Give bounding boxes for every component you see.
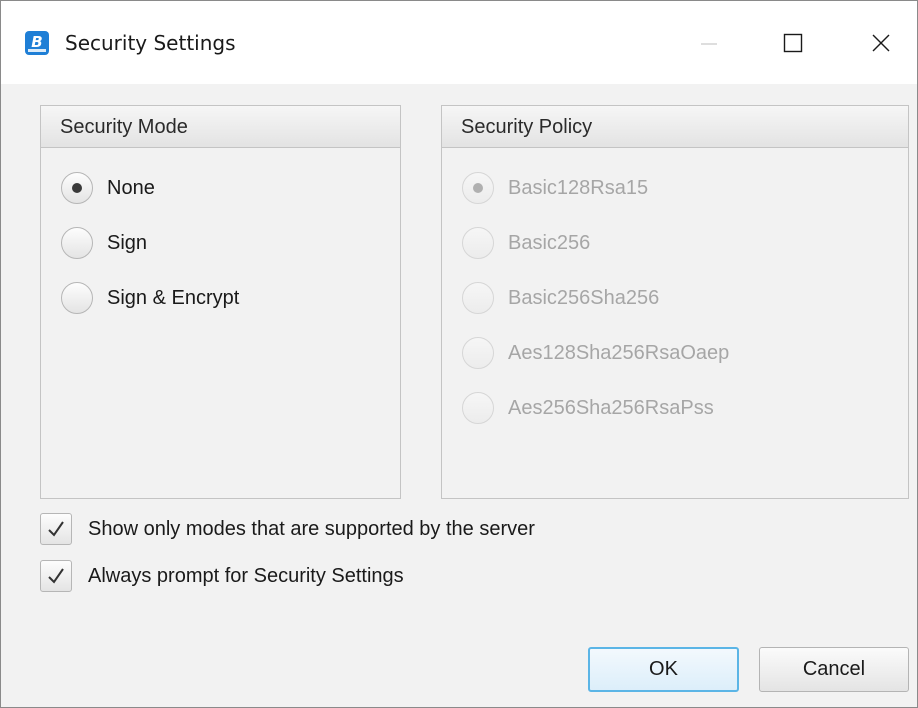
radio-basic256sha256: Basic256Sha256	[462, 281, 659, 315]
radio-label: Aes128Sha256RsaOaep	[508, 341, 730, 364]
svg-text:B: B	[31, 33, 42, 51]
security-mode-title: Security Mode	[60, 116, 188, 138]
window-title: Security Settings	[65, 31, 236, 55]
radio-label: Basic256Sha256	[508, 286, 660, 309]
cancel-button[interactable]: Cancel	[759, 647, 909, 692]
checkmark-icon	[48, 521, 64, 537]
radio-button	[462, 282, 494, 314]
radio-button	[462, 392, 494, 424]
radio-button[interactable]	[61, 282, 93, 314]
radio-selected-dot	[473, 183, 483, 193]
radio-button[interactable]	[61, 227, 93, 259]
title-bar[interactable]: B Security Settings	[1, 1, 917, 84]
checkbox[interactable]	[40, 513, 72, 545]
security-mode-group: Security Mode None Sign Sign & Encrypt	[40, 105, 401, 499]
minimize-button[interactable]	[689, 23, 729, 63]
checkbox-show-supported-modes[interactable]: Show only modes that are supported by th…	[40, 513, 535, 545]
radio-sign-encrypt[interactable]: Sign & Encrypt	[61, 281, 239, 315]
radio-basic256: Basic256	[462, 226, 590, 260]
checkmark-icon	[48, 568, 64, 584]
radio-label: Aes256Sha256RsaPss	[508, 396, 714, 419]
radio-button	[462, 227, 494, 259]
checkbox[interactable]	[40, 560, 72, 592]
radio-label: Basic256	[508, 231, 591, 254]
security-settings-dialog: B Security Settings Security Mode None S…	[0, 0, 918, 708]
radio-button[interactable]	[61, 172, 93, 204]
radio-label: Sign & Encrypt	[107, 286, 240, 309]
minimize-icon	[701, 43, 717, 45]
checkbox-always-prompt[interactable]: Always prompt for Security Settings	[40, 560, 404, 592]
ok-button[interactable]: OK	[588, 647, 739, 692]
maximize-icon	[783, 33, 803, 53]
app-icon: B	[25, 31, 49, 55]
radio-label: None	[107, 176, 155, 199]
radio-button	[462, 337, 494, 369]
security-policy-title: Security Policy	[461, 116, 593, 138]
security-mode-header: Security Mode	[41, 106, 400, 148]
radio-aes128sha256rsaoaep: Aes128Sha256RsaOaep	[462, 336, 729, 370]
close-button[interactable]	[861, 23, 901, 63]
radio-none[interactable]: None	[61, 171, 155, 205]
radio-aes256sha256rsapss: Aes256Sha256RsaPss	[462, 391, 714, 425]
close-icon	[872, 34, 890, 52]
radio-label: Sign	[107, 231, 148, 254]
checkbox-label: Always prompt for Security Settings	[88, 564, 404, 587]
radio-selected-dot	[72, 183, 82, 193]
security-policy-header: Security Policy	[442, 106, 908, 148]
security-policy-group: Security Policy Basic128Rsa15 Basic256 B…	[441, 105, 909, 499]
radio-sign[interactable]: Sign	[61, 226, 147, 260]
radio-label: Basic128Rsa15	[508, 176, 649, 199]
radio-button	[462, 172, 494, 204]
checkbox-label: Show only modes that are supported by th…	[88, 517, 535, 540]
radio-basic128rsa15: Basic128Rsa15	[462, 171, 648, 205]
maximize-button[interactable]	[773, 23, 813, 63]
